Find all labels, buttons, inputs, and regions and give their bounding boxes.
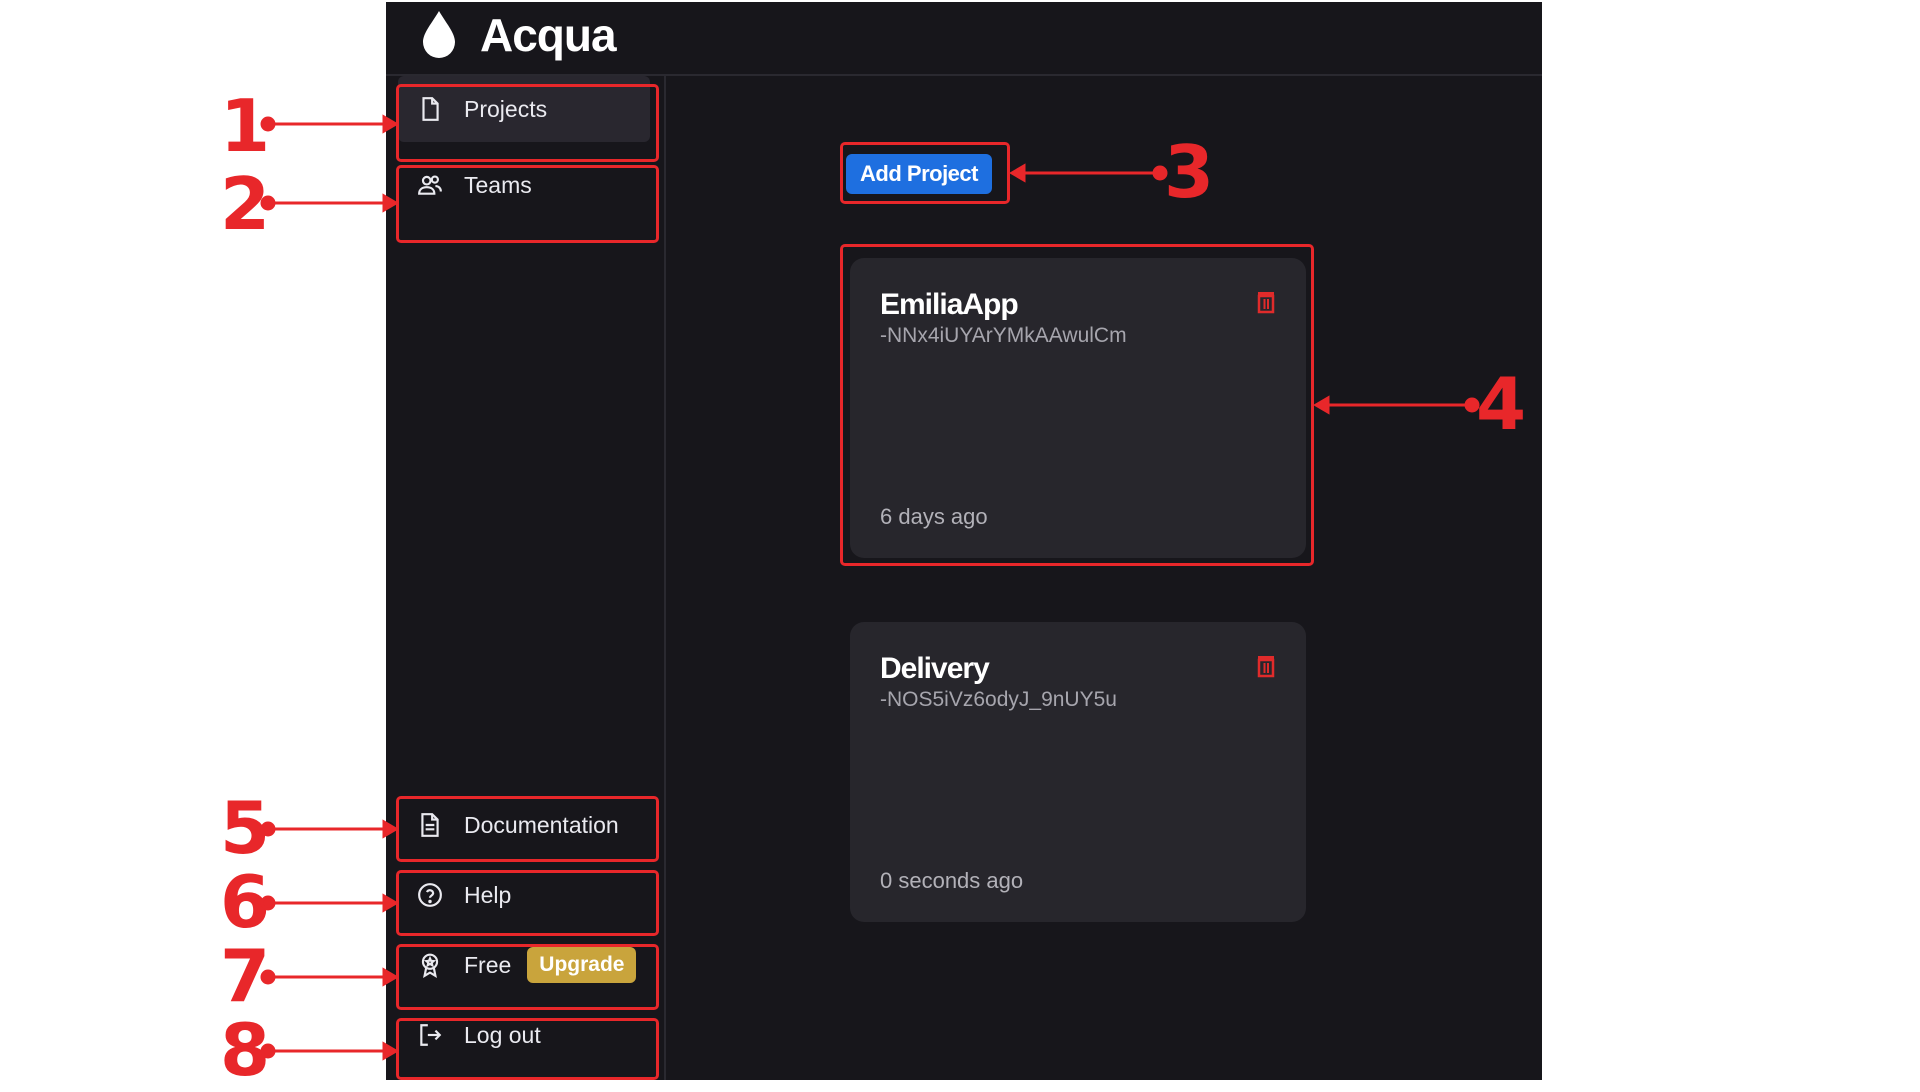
project-card[interactable]: Delivery -NOS5iVz6odyJ_9nUY5u 0 seconds … [850,622,1306,922]
projects-main: Add Project EmiliaApp -NNx4iUYArYMkAAwul… [666,76,1542,1080]
annotation-box-plan [396,944,659,1010]
annotation-number: 5 [220,786,271,870]
annotation-number: 8 [220,1008,271,1092]
project-updated-time: 0 seconds ago [880,868,1024,893]
annotation-box-teams [396,165,659,243]
top-bar: Acqua [386,2,1542,76]
annotation-number: 1 [220,84,271,168]
annotation-box-help [396,870,659,936]
annotation-box-documentation [396,796,659,862]
annotation-number: 3 [1164,130,1215,214]
app-logo-text: Acqua [480,9,617,61]
annotation-box-add-project [840,142,1010,204]
annotation-box-project-card [840,244,1314,566]
annotation-number: 6 [220,860,271,944]
annotation-number: 7 [220,934,271,1018]
project-name: Delivery [880,652,990,685]
annotation-number: 4 [1476,362,1527,446]
annotation-number: 2 [220,162,271,246]
project-id: -NOS5iVz6odyJ_9nUY5u [880,688,1117,711]
delete-trash-icon[interactable] [1256,654,1276,678]
annotation-box-projects [396,84,659,162]
water-drop-icon [423,11,455,58]
annotation-box-logout [396,1018,659,1080]
